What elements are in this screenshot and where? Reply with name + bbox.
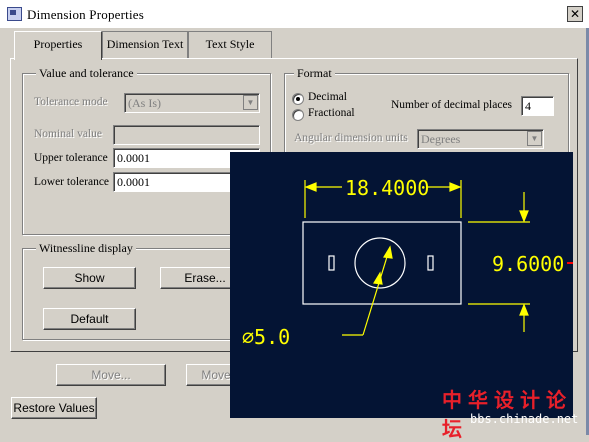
app-icon xyxy=(7,7,22,21)
angular-units-select[interactable]: Degrees xyxy=(417,129,544,149)
cad-drawing-svg: 18.4000 9.6000 ∅5.0 xyxy=(242,176,573,349)
diameter-dimension-text: ∅5.0 xyxy=(242,325,290,349)
part-outline xyxy=(302,221,462,305)
restore-values-button[interactable]: Restore Values xyxy=(11,397,97,419)
angular-units-label: Angular dimension units xyxy=(294,132,408,144)
show-button[interactable]: Show xyxy=(43,267,136,289)
nominal-value-field[interactable] xyxy=(113,125,260,145)
leader-arrow-outer xyxy=(383,245,393,259)
arrowhead-right xyxy=(449,182,462,192)
decimal-label: Decimal xyxy=(308,91,347,103)
arrowhead-up xyxy=(519,210,529,223)
arrowhead-down xyxy=(519,303,529,316)
tolerance-mode-select[interactable]: (As Is) xyxy=(124,93,260,113)
nominal-value-label: Nominal value xyxy=(34,128,103,140)
default-button[interactable]: Default xyxy=(43,308,136,330)
tab-text-style[interactable]: Text Style xyxy=(188,31,272,58)
leader-arrow-inner xyxy=(373,271,383,285)
chevron-down-icon[interactable]: ▼ xyxy=(527,131,542,146)
fractional-label: Fractional xyxy=(308,107,355,119)
value-tolerance-group-label: Value and tolerance xyxy=(36,66,137,81)
angular-units-value: Degrees xyxy=(421,132,461,146)
tab-properties[interactable]: Properties xyxy=(14,31,102,60)
height-dimension-text: 9.6000 xyxy=(492,252,564,276)
decimal-radio[interactable] xyxy=(292,93,304,105)
slot-left xyxy=(328,255,335,271)
decimal-places-label: Number of decimal places xyxy=(391,99,513,111)
leader-diagonal xyxy=(362,246,391,336)
decimal-places-field[interactable]: 4 xyxy=(521,96,554,116)
tolerance-mode-label: Tolerance mode xyxy=(34,96,108,108)
move-button[interactable]: Move... xyxy=(56,364,166,386)
fractional-radio[interactable] xyxy=(292,109,304,121)
tab-dimension-text[interactable]: Dimension Text xyxy=(102,31,188,58)
watermark-url: bbs.chinade.net xyxy=(470,412,579,426)
window-title: Dimension Properties xyxy=(27,7,145,22)
chevron-down-icon[interactable]: ▼ xyxy=(243,95,258,110)
tolerance-mode-value: (As Is) xyxy=(128,96,161,110)
width-dimension-text: 18.4000 xyxy=(345,176,429,200)
lower-tolerance-label: Lower tolerance xyxy=(34,176,110,188)
upper-tolerance-label: Upper tolerance xyxy=(34,152,108,164)
close-button[interactable]: ✕ xyxy=(567,6,583,22)
cad-drawing-preview: 18.4000 9.6000 ∅5.0 xyxy=(230,152,573,418)
slot-right xyxy=(427,255,434,271)
arrowhead-left xyxy=(304,182,317,192)
witnessline-group-label: Witnessline display xyxy=(36,241,136,256)
format-group-label: Format xyxy=(294,66,335,81)
